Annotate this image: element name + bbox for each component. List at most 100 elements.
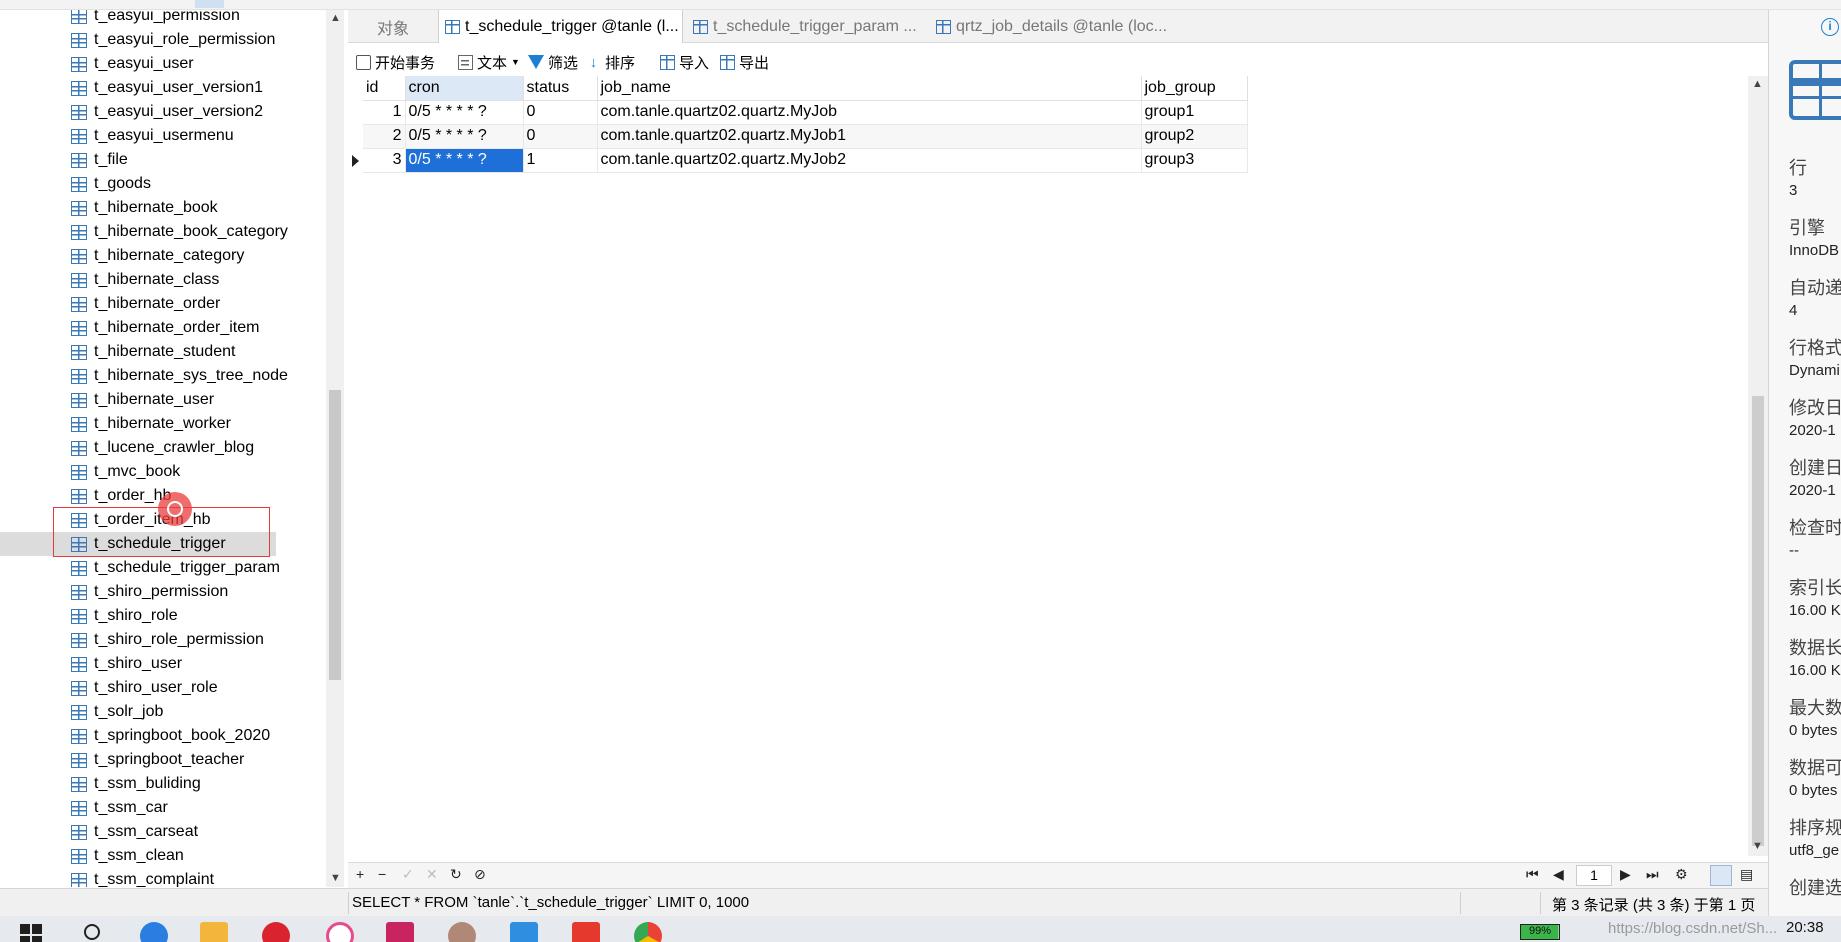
music-app-icon[interactable] (262, 922, 290, 942)
tree-item-t-hibernate-book[interactable]: t_hibernate_book (0, 196, 276, 220)
tree-item-t-shiro-role[interactable]: t_shiro_role (0, 604, 276, 628)
tree-item-t-hibernate-student[interactable]: t_hibernate_student (0, 340, 276, 364)
tree-item-t-solr-job[interactable]: t_solr_job (0, 700, 276, 724)
prev-page-button[interactable]: ◀ (1553, 866, 1564, 883)
tree-item-t-easyui-user-version1[interactable]: t_easyui_user_version1 (0, 76, 276, 100)
tree-item-t-shiro-role-permission[interactable]: t_shiro_role_permission (0, 628, 276, 652)
apply-changes-button[interactable]: ✓ (402, 866, 414, 883)
grid-view-toggle[interactable] (1710, 865, 1732, 886)
tree-item-t-ssm-carseat[interactable]: t_ssm_carseat (0, 820, 276, 844)
tree-item-t-lucene-crawler-blog[interactable]: t_lucene_crawler_blog (0, 436, 276, 460)
tree-item-t-hibernate-user[interactable]: t_hibernate_user (0, 388, 276, 412)
menu-item-active[interactable] (195, 0, 224, 8)
last-page-button[interactable]: ⏭ (1646, 866, 1659, 883)
tree-item-t-order-hb[interactable]: t_order_hb (0, 484, 276, 508)
tree-item-t-shiro-permission[interactable]: t_shiro_permission (0, 580, 276, 604)
folder-icon[interactable] (200, 922, 228, 942)
grid-scrollbar[interactable]: ▲ ▼ (1748, 76, 1768, 856)
search-icon[interactable] (84, 924, 100, 940)
tree-scrollbar[interactable]: ▲ ▼ (326, 10, 344, 887)
avatar-app-icon[interactable] (448, 922, 476, 942)
app-icon[interactable] (572, 922, 600, 942)
scroll-down-icon[interactable]: ▼ (330, 872, 341, 884)
import-button[interactable]: 导入 (660, 48, 709, 76)
cell-job-group[interactable]: group3 (1141, 148, 1248, 173)
chrome-icon[interactable] (634, 922, 662, 942)
cell-cron[interactable]: 0/5 * * * * ? (405, 100, 524, 125)
first-page-button[interactable]: ⏮ (1526, 866, 1539, 883)
next-page-button[interactable]: ▶ (1620, 866, 1631, 883)
tab-objects[interactable]: 对象 (348, 10, 438, 43)
sort-button[interactable]: ↓ 排序 (586, 48, 635, 76)
text-view-button[interactable]: 文本 ▼ (458, 48, 520, 76)
windows-start-icon[interactable] (20, 924, 42, 942)
cell-job-name[interactable]: com.tanle.quartz02.quartz.MyJob1 (597, 124, 1142, 149)
table-row[interactable]: 1 0/5 * * * * ? 0 com.tanle.quartz02.qua… (363, 100, 1248, 125)
info-icon[interactable]: i (1821, 18, 1839, 36)
begin-transaction-button[interactable]: 开始事务 (356, 48, 435, 76)
editor-icon[interactable] (510, 922, 538, 942)
page-number-input[interactable]: 1 (1576, 865, 1612, 886)
tab-schedule-trigger[interactable]: t_schedule_trigger @tanle (l... (438, 10, 683, 43)
browser-icon[interactable] (326, 922, 354, 942)
tree-item-t-hibernate-order-item[interactable]: t_hibernate_order_item (0, 316, 276, 340)
ide-icon[interactable] (386, 922, 414, 942)
column-header-job-group[interactable]: job_group (1141, 76, 1248, 101)
cell-status[interactable]: 0 (523, 100, 598, 125)
cell-job-group[interactable]: group1 (1141, 100, 1248, 125)
cell-status[interactable]: 0 (523, 124, 598, 149)
settings-icon[interactable]: ⚙ (1675, 866, 1688, 883)
tree-item-t-goods[interactable]: t_goods (0, 172, 276, 196)
tree-item-t-easyui-user[interactable]: t_easyui_user (0, 52, 276, 76)
tree-item-t-ssm-clean[interactable]: t_ssm_clean (0, 844, 276, 868)
tree-scroll-thumb[interactable] (329, 390, 341, 680)
column-header-cron[interactable]: cron (405, 76, 524, 101)
cell-job-name[interactable]: com.tanle.quartz02.quartz.MyJob (597, 100, 1142, 125)
filter-button[interactable]: 筛选 (528, 48, 578, 76)
stop-button[interactable]: ⊘ (474, 866, 486, 883)
tree-item-t-easyui-user-version2[interactable]: t_easyui_user_version2 (0, 100, 276, 124)
tree-item-t-hibernate-order[interactable]: t_hibernate_order (0, 292, 276, 316)
cell-job-group[interactable]: group2 (1141, 124, 1248, 149)
tree-item-t-mvc-book[interactable]: t_mvc_book (0, 460, 276, 484)
clock[interactable]: 20:38 (1786, 919, 1824, 936)
tree-item-t-springboot-book-2020[interactable]: t_springboot_book_2020 (0, 724, 276, 748)
tree-item-t-shiro-user-role[interactable]: t_shiro_user_role (0, 676, 276, 700)
tree-item-t-schedule-trigger-param[interactable]: t_schedule_trigger_param (0, 556, 280, 580)
tree-item-t-hibernate-book-category[interactable]: t_hibernate_book_category (0, 220, 288, 244)
tab-qrtz-job-details[interactable]: qrtz_job_details @tanle (loc... (928, 10, 1178, 43)
cell-cron[interactable]: 0/5 * * * * ? (405, 124, 524, 149)
scroll-up-icon[interactable]: ▲ (330, 12, 341, 24)
tree-item-t-ssm-complaint[interactable]: t_ssm_complaint (0, 868, 276, 887)
tree-item-t-easyui-role-permission[interactable]: t_easyui_role_permission (0, 28, 276, 52)
export-button[interactable]: 导出 (720, 48, 769, 76)
tree-item-t-hibernate-category[interactable]: t_hibernate_category (0, 244, 276, 268)
tree-item-t-file[interactable]: t_file (0, 148, 276, 172)
scroll-up-icon[interactable]: ▲ (1752, 78, 1763, 90)
column-header-job-name[interactable]: job_name (597, 76, 1142, 101)
cell-id[interactable]: 3 (363, 148, 406, 173)
cell-job-name[interactable]: com.tanle.quartz02.quartz.MyJob2 (597, 148, 1142, 173)
add-record-button[interactable]: + (356, 866, 364, 882)
cell-status[interactable]: 1 (523, 148, 598, 173)
tree-item-t-ssm-car[interactable]: t_ssm_car (0, 796, 276, 820)
refresh-button[interactable]: ↻ (450, 866, 462, 883)
scroll-down-icon[interactable]: ▼ (1752, 840, 1763, 852)
form-view-toggle[interactable]: ▤ (1740, 866, 1753, 883)
cell-id[interactable]: 2 (363, 124, 406, 149)
column-header-id[interactable]: id (363, 76, 406, 101)
tab-schedule-trigger-param[interactable]: t_schedule_trigger_param ... (685, 10, 925, 43)
tree-item-t-easyui-permission[interactable]: t_easyui_permission (0, 10, 276, 28)
tree-item-t-shiro-user[interactable]: t_shiro_user (0, 652, 276, 676)
tree-item-t-springboot-teacher[interactable]: t_springboot_teacher (0, 748, 276, 772)
tree-item-t-hibernate-class[interactable]: t_hibernate_class (0, 268, 276, 292)
cell-cron-selected[interactable]: 0/5 * * * * ? (405, 148, 524, 173)
app-icon[interactable] (140, 922, 168, 942)
cell-id[interactable]: 1 (363, 100, 406, 125)
tree-item-t-ssm-buliding[interactable]: t_ssm_buliding (0, 772, 276, 796)
column-header-status[interactable]: status (523, 76, 598, 101)
table-row[interactable]: 3 0/5 * * * * ? 1 com.tanle.quartz02.qua… (363, 148, 1248, 173)
tree-item-t-hibernate-sys-tree-node[interactable]: t_hibernate_sys_tree_node (0, 364, 288, 388)
delete-record-button[interactable]: − (378, 866, 386, 882)
discard-changes-button[interactable]: ✕ (426, 866, 438, 883)
